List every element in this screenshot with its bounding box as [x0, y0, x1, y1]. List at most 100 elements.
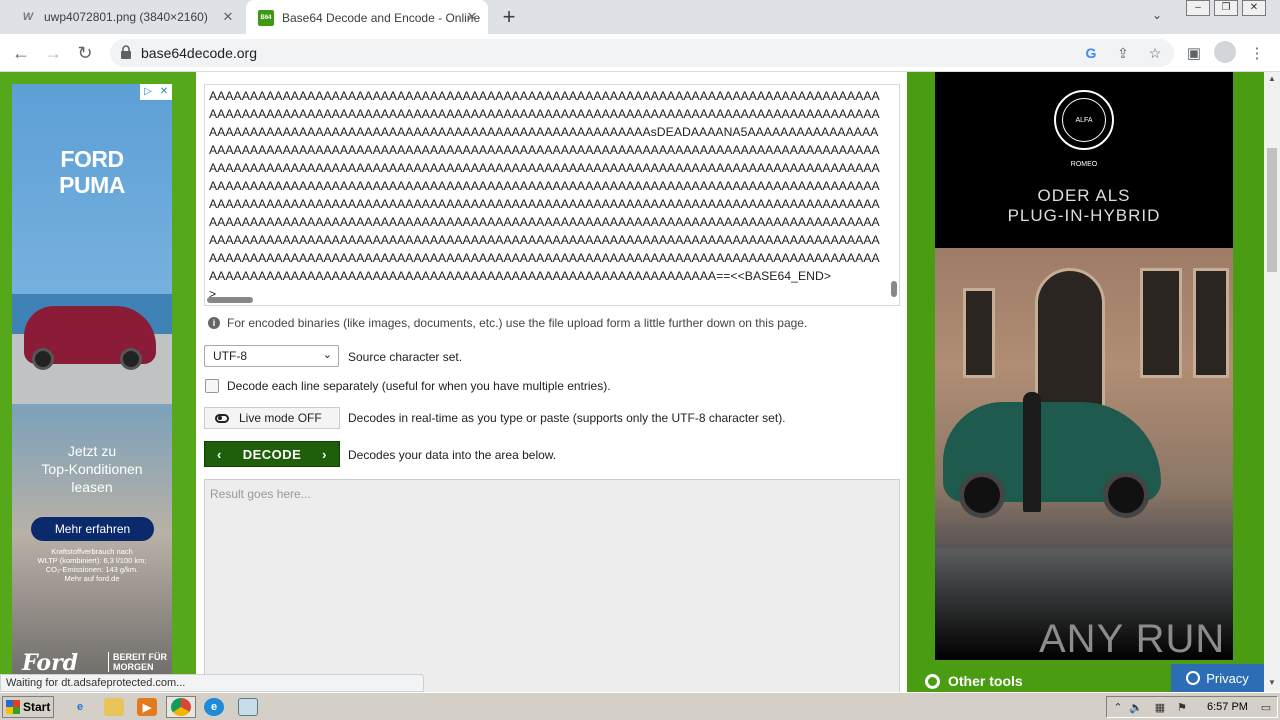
profile-avatar-icon[interactable] — [1214, 41, 1236, 63]
encoded-text-line: AAAAAAAAAAAAAAAAAAAAAAAAAAAAAAAAAAAAAAAA… — [209, 161, 880, 175]
other-tools-label: Other tools — [948, 673, 1023, 689]
side-panel-icon[interactable]: ▣ — [1183, 43, 1205, 65]
reload-icon[interactable]: ↻ — [74, 42, 96, 64]
ad-window — [963, 288, 995, 378]
ad-person — [1023, 392, 1041, 512]
encoded-text-line: AAAAAAAAAAAAAAAAAAAAAAAAAAAAAAAAAAAAAAAA… — [209, 233, 880, 247]
decode-label: DECODE — [242, 446, 302, 462]
charset-value: UTF-8 — [213, 349, 247, 363]
alfa-romeo-ad[interactable]: ALFA ROMEO ODER ALS PLUG-IN-HYBRID ANY R… — [935, 72, 1233, 660]
decode-each-line-label[interactable]: Decode each line separately (useful for … — [227, 379, 611, 393]
flag-icon[interactable]: ⚑ — [1175, 701, 1189, 715]
encoded-text-line: AAAAAAAAAAAAAAAAAAAAAAAAAAAAAAAAAAAAAAAA… — [209, 107, 880, 121]
status-bar: Waiting for dt.adsafeprotected.com... — [0, 674, 424, 692]
ad-car-wheel — [959, 472, 1005, 518]
google-lens-icon[interactable]: G — [1082, 44, 1100, 62]
tab-title: uwp4072801.png (3840×2160) — [44, 10, 208, 24]
alfa-ad-text: ODER ALS PLUG-IN-HYBRID — [935, 186, 1233, 226]
ford-sub-line: Top-Konditionen — [41, 461, 143, 477]
encoded-text-line: > — [209, 287, 217, 301]
start-label: Start — [23, 700, 51, 714]
start-button[interactable]: Start — [2, 696, 54, 718]
share-icon[interactable]: ⇪ — [1114, 44, 1132, 62]
info-icon: i — [208, 317, 220, 329]
vertical-scrollbar[interactable] — [891, 281, 897, 297]
live-mode-toggle[interactable]: Live mode OFF — [204, 407, 340, 429]
decode-button[interactable]: ‹ DECODE › — [204, 441, 340, 467]
volume-icon[interactable]: 🔈 — [1129, 701, 1143, 715]
close-tab-icon[interactable]: ✕ — [220, 9, 236, 25]
alfa-text-line: PLUG-IN-HYBRID — [1007, 206, 1161, 225]
encoded-text-line: AAAAAAAAAAAAAAAAAAAAAAAAAAAAAAAAAAAAAAAA… — [209, 89, 880, 103]
menu-icon[interactable]: ⋮ — [1246, 43, 1268, 65]
tray-expand-icon[interactable]: ⌃ — [1111, 701, 1125, 715]
charset-select[interactable]: UTF-8 ⌄ — [204, 345, 339, 367]
tab-search-chevron-icon[interactable]: ⌄ — [1152, 8, 1162, 22]
ford-cta-button[interactable]: Mehr erfahren — [31, 517, 154, 541]
info-text: For encoded binaries (like images, docum… — [227, 316, 808, 330]
internet-explorer-icon[interactable]: e — [70, 698, 90, 716]
edge-icon[interactable]: e — [204, 698, 224, 716]
encoded-input-textarea[interactable]: AAAAAAAAAAAAAAAAAAAAAAAAAAAAAAAAAAAAAAAA… — [204, 84, 900, 306]
toggle-icon — [215, 413, 229, 423]
url-text: base64decode.org — [141, 45, 257, 61]
ad-car-wheel — [120, 348, 142, 370]
anyrun-watermark: ANY RUN — [1039, 617, 1226, 660]
slogan-line: BEREIT FÜR — [113, 652, 167, 662]
chevron-right-icon: › — [322, 446, 327, 462]
ford-fine-print: Kraftstoffverbrauch nach WLTP (kombinier… — [16, 547, 168, 583]
scroll-down-icon[interactable]: ▼ — [1264, 678, 1280, 687]
adchoices[interactable]: ▷ ✕ — [140, 84, 172, 100]
alfa-brand: ALFA ROMEO — [1062, 98, 1106, 168]
result-textarea[interactable]: Result goes here... — [204, 479, 900, 692]
ford-slogan: BEREIT FÜR MORGEN — [108, 652, 167, 672]
network-icon[interactable]: ▦ — [1153, 701, 1167, 715]
encoded-text-line: AAAAAAAAAAAAAAAAAAAAAAAAAAAAAAAAAAAAAAAA… — [209, 125, 879, 139]
ad-close-icon[interactable]: ✕ — [156, 84, 172, 100]
tab-strip: W uwp4072801.png (3840×2160) ✕ B64 Base6… — [0, 0, 1280, 36]
other-tools-link[interactable]: Other tools — [925, 673, 1023, 689]
ford-title-line: FORD — [60, 146, 124, 172]
show-desktop-icon[interactable]: ▭ — [1259, 701, 1273, 715]
address-bar[interactable]: base64decode.org G ⇪ ☆ — [110, 39, 1174, 67]
close-tab-icon[interactable]: ✕ — [464, 9, 480, 25]
lock-icon — [121, 45, 131, 59]
close-window-icon[interactable]: ✕ — [1242, 0, 1266, 16]
encoded-text-line: AAAAAAAAAAAAAAAAAAAAAAAAAAAAAAAAAAAAAAAA… — [209, 269, 832, 283]
privacy-button[interactable]: Privacy — [1171, 664, 1264, 692]
new-tab-icon[interactable]: + — [498, 6, 520, 28]
page-scrollbar[interactable]: ▲ ▼ — [1264, 72, 1280, 692]
ad-window — [1140, 268, 1182, 378]
restore-icon[interactable]: ❐ — [1214, 0, 1238, 16]
fine-line: Kraftstoffverbrauch nach — [51, 547, 133, 556]
clock[interactable]: 6:57 PM — [1207, 701, 1248, 713]
encoded-text-line: AAAAAAAAAAAAAAAAAAAAAAAAAAAAAAAAAAAAAAAA… — [209, 197, 880, 211]
encoded-text-line: AAAAAAAAAAAAAAAAAAAAAAAAAAAAAAAAAAAAAAAA… — [209, 215, 880, 229]
bookmark-star-icon[interactable]: ☆ — [1146, 44, 1164, 62]
back-icon[interactable]: ← — [10, 42, 32, 64]
info-note: i For encoded binaries (like images, doc… — [208, 316, 807, 330]
live-mode-description: Decodes in real-time as you type or past… — [348, 411, 786, 425]
gear-icon — [925, 673, 940, 689]
wallpaper-favicon-icon: W — [22, 11, 34, 23]
ford-ad[interactable]: ▷ ✕ FORD PUMA Jetzt zu Top-Konditionen l… — [12, 84, 172, 684]
privacy-label: Privacy — [1206, 670, 1249, 686]
notepad-icon[interactable] — [238, 698, 258, 716]
tab-base64[interactable]: B64 Base64 Decode and Encode - Online ✕ — [246, 0, 488, 36]
ford-title-line: PUMA — [59, 172, 125, 198]
alfa-text-line: ODER ALS — [1037, 186, 1131, 205]
ford-sub-line: Jetzt zu — [67, 443, 117, 459]
scroll-up-icon[interactable]: ▲ — [1264, 74, 1280, 83]
page: ▷ ✕ FORD PUMA Jetzt zu Top-Konditionen l… — [0, 72, 1264, 692]
tab-image[interactable]: W uwp4072801.png (3840×2160) ✕ — [10, 0, 244, 34]
minimize-icon[interactable]: – — [1186, 0, 1210, 16]
forward-icon[interactable]: → — [42, 42, 64, 64]
adchoices-icon[interactable]: ▷ — [140, 84, 156, 100]
file-explorer-icon[interactable] — [104, 698, 124, 716]
ad-car-wheel — [32, 348, 54, 370]
ford-logo: Ford — [22, 650, 79, 676]
scrollbar-thumb[interactable] — [1267, 148, 1277, 272]
media-player-icon[interactable]: ▶ — [137, 698, 157, 716]
decode-each-line-checkbox[interactable] — [205, 379, 219, 393]
chevron-down-icon: ⌄ — [322, 349, 332, 361]
